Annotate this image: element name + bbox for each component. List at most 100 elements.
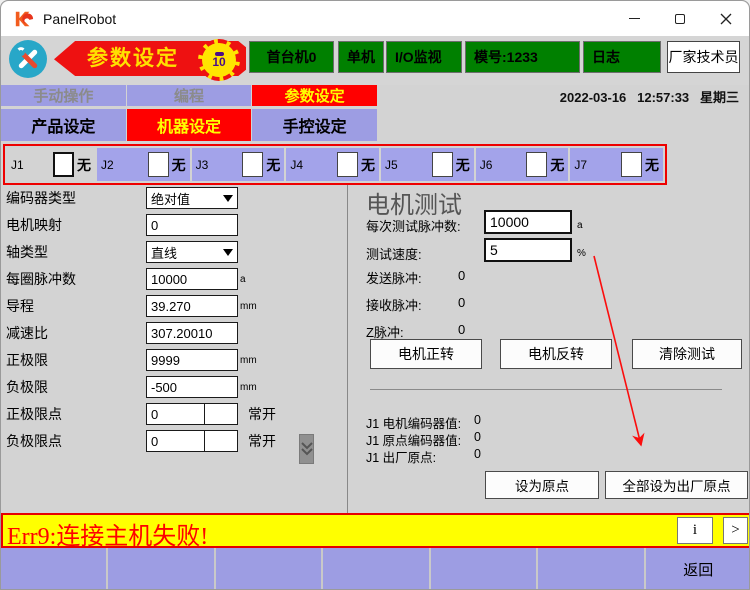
select-value: 绝对值 [151,189,190,208]
function-key-2[interactable] [106,548,213,590]
input-value: -500 [151,380,177,395]
joint-label: J6 [480,158,493,172]
joint-label: J7 [574,158,587,172]
select-value: 直线 [151,243,177,262]
function-key-4[interactable] [321,548,428,590]
joint-cell-j3: J3 无 [192,148,285,181]
input-value: 5 [490,242,498,258]
input-value: 10000 [490,214,529,230]
set-origin-button[interactable]: 设为原点 [485,471,599,499]
function-key-6[interactable] [536,548,643,590]
maximize-icon [675,14,685,24]
tab-parameter-setting[interactable]: 参数设定 [252,85,377,106]
single-machine-button[interactable]: 单机 [338,41,384,73]
joint-cell-j2: J2 无 [97,148,190,181]
positive-limit-point-input[interactable]: 0 [146,403,238,425]
joint-type-label: 无 [361,155,375,175]
joint-type-label: 无 [550,155,564,175]
error-info-button[interactable]: i [677,517,713,544]
close-button[interactable] [703,1,749,36]
axis-type-select[interactable]: 直线 [146,241,238,263]
joint-type-label: 无 [456,155,470,175]
log-button[interactable]: 日志 [583,41,661,73]
app-logo-icon [13,9,35,29]
pulses-per-rev-input[interactable]: 10000 [146,268,238,290]
unit-label: mm [240,382,257,393]
minimize-button[interactable] [611,1,657,36]
pulses-per-rev-label: 每圈脉冲数 [6,269,146,289]
role-button[interactable]: 厂家技术员 [667,41,740,73]
unit-label: a [577,220,583,231]
unit-label: a [240,274,246,285]
motor-forward-button[interactable]: 电机正转 [370,339,482,369]
app-title: PanelRobot [43,11,116,27]
form-row: 正极限点 0 常开 [6,403,344,425]
close-icon [720,13,732,25]
test-pulse-input[interactable]: 10000 [484,210,572,234]
set-all-factory-origin-button[interactable]: 全部设为出厂原点 [605,471,748,499]
joint-cell-j1: J1 无 [7,148,95,181]
joint-checkbox-j5[interactable] [432,152,453,177]
joint-label: J5 [385,158,398,172]
joint-checkbox-j4[interactable] [337,152,358,177]
form-row: 减速比 307.20010 [6,322,344,344]
tab-programming[interactable]: 编程 [127,85,252,106]
clear-test-button[interactable]: 清除测试 [632,339,742,369]
joint-cell-j5: J5 无 [381,148,474,181]
input-value: 0 [147,431,205,451]
tools-icon[interactable] [9,40,47,78]
encoder-type-select[interactable]: 绝对值 [146,187,238,209]
form-row: 轴类型 直线 [6,241,344,263]
function-key-1[interactable] [1,548,106,590]
titlebar: PanelRobot [1,1,749,36]
joint-checkbox-j7[interactable] [621,152,642,177]
main-tabs: 手动操作 编程 参数设定 [1,85,377,106]
tab-product-setting[interactable]: 产品设定 [1,109,126,141]
axis-type-label: 轴类型 [6,242,146,262]
joint-row-highlight: J1 无 J2 无 J3 无 J4 无 J5 无 J6 无 [3,144,667,185]
test-pulse-label: 每次测试脉冲数: [366,216,461,235]
input-value: 39.270 [151,299,191,314]
sent-pulses-label: 发送脉冲: [366,268,422,287]
model-number-button[interactable]: 模号:1233 [465,41,580,73]
error-next-button[interactable]: > [723,517,748,544]
reduction-ratio-input[interactable]: 307.20010 [146,322,238,344]
function-key-5[interactable] [429,548,536,590]
limit-point-checkbox[interactable] [205,404,237,424]
positive-limit-point-label: 正极限点 [6,404,146,424]
divider [370,389,722,390]
form-row: 导程 39.270 mm [6,295,344,317]
double-chevron-down-icon [301,442,313,456]
negative-limit-point-input[interactable]: 0 [146,430,238,452]
limit-point-checkbox[interactable] [205,431,237,451]
unit-label: % [577,248,586,259]
maximize-button[interactable] [657,1,703,36]
joint-label: J2 [101,158,114,172]
tab-manual-operation[interactable]: 手动操作 [1,85,126,106]
joint-cell-j6: J6 无 [476,148,569,181]
unit-label: mm [240,301,257,312]
joint-checkbox-j1[interactable] [53,152,74,177]
lead-input[interactable]: 39.270 [146,295,238,317]
tab-machine-setting[interactable]: 机器设定 [127,109,252,141]
form-row: 负极限点 0 常开 [6,430,344,452]
gear-badge-icon: 10 [198,39,240,81]
joint-checkbox-j6[interactable] [526,152,547,177]
test-speed-input[interactable]: 5 [484,238,572,262]
motor-reverse-button[interactable]: 电机反转 [500,339,612,369]
tab-manual-control-setting[interactable]: 手控设定 [252,109,377,141]
joint-checkbox-j2[interactable] [148,152,169,177]
io-monitor-button[interactable]: I/O监视 [386,41,462,73]
motor-mapping-input[interactable]: 0 [146,214,238,236]
negative-limit-input[interactable]: -500 [146,376,238,398]
function-key-3[interactable] [214,548,321,590]
return-button[interactable]: 返回 [644,548,750,590]
master-machine-button[interactable]: 首台机0 [249,41,334,73]
positive-limit-input[interactable]: 9999 [146,349,238,371]
scroll-down-button[interactable] [299,434,314,464]
joint-checkbox-j3[interactable] [242,152,263,177]
input-value: 10000 [151,272,187,287]
joint-label: J3 [196,158,209,172]
motor-encoder-value: 0 [474,413,481,427]
joint-type-label: 无 [645,155,659,175]
